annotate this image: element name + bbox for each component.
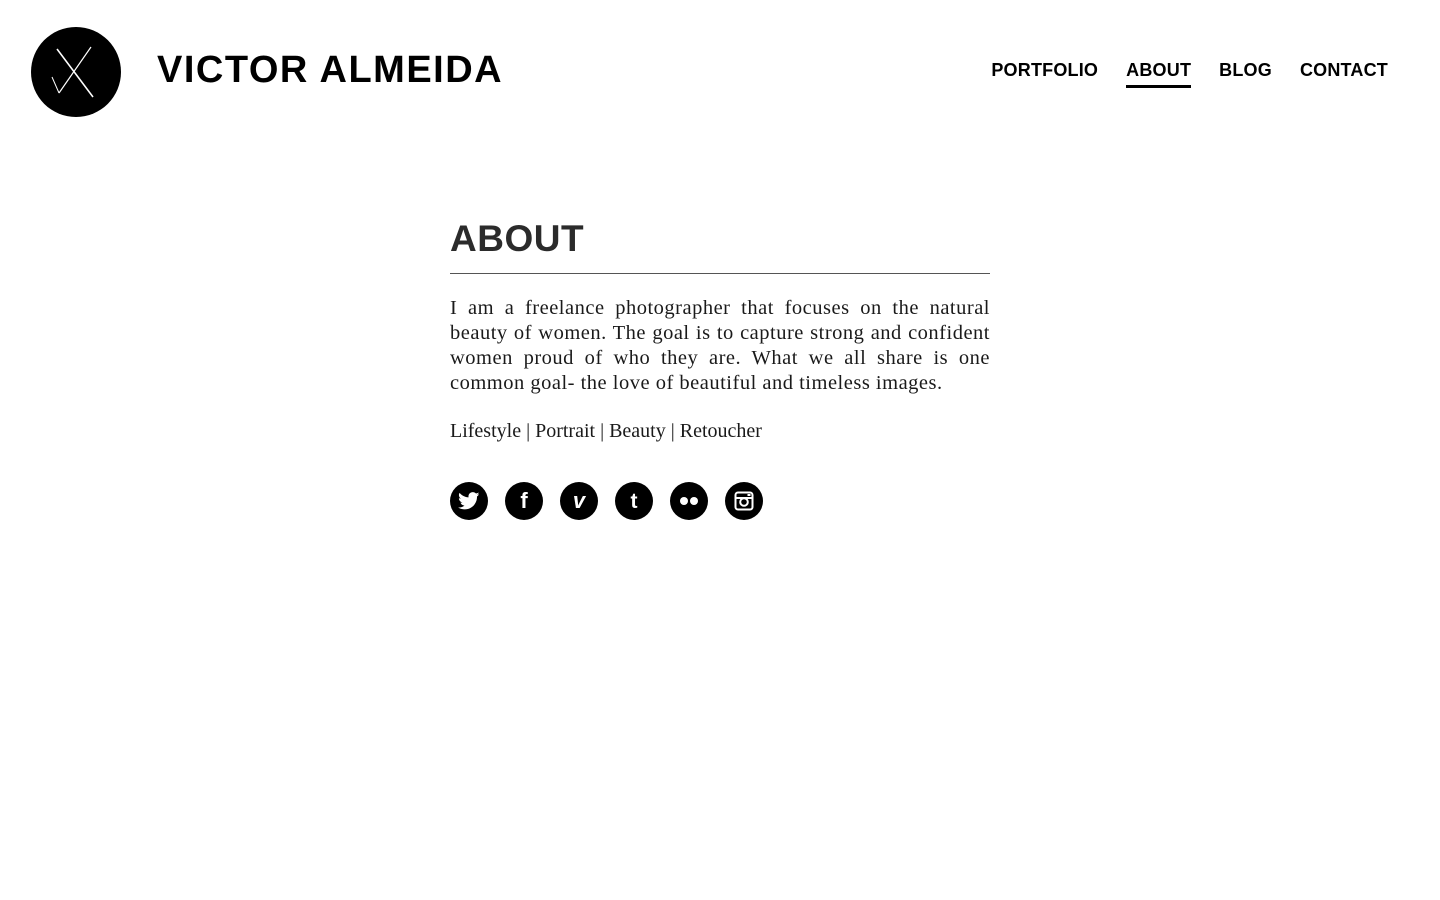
flickr-link[interactable]: [670, 482, 708, 520]
divider: [450, 273, 990, 274]
vimeo-icon: v: [572, 488, 586, 513]
social-links: f v t: [450, 482, 990, 520]
page-title: ABOUT: [450, 218, 585, 259]
nav-portfolio[interactable]: PORTFOLIO: [991, 58, 1098, 88]
twitter-icon: [458, 492, 480, 510]
instagram-icon: [734, 491, 754, 511]
flickr-icon: [680, 497, 698, 505]
main-nav: PORTFOLIO ABOUT BLOG CONTACT: [991, 58, 1388, 88]
tumblr-link[interactable]: t: [615, 482, 653, 520]
site-header: VICTOR ALMEIDA PORTFOLIO ABOUT BLOG CONT…: [0, 0, 1440, 140]
page: VICTOR ALMEIDA PORTFOLIO ABOUT BLOG CONT…: [0, 0, 1440, 900]
twitter-link[interactable]: [450, 482, 488, 520]
logo[interactable]: [31, 27, 121, 117]
about-section: ABOUT I am a freelance photographer that…: [450, 218, 990, 520]
tumblr-icon: t: [630, 489, 638, 513]
facebook-link[interactable]: f: [505, 482, 543, 520]
nav-contact[interactable]: CONTACT: [1300, 58, 1388, 88]
nav-about[interactable]: ABOUT: [1126, 58, 1192, 88]
bio-text: I am a freelance photographer that focus…: [450, 297, 990, 394]
site-title[interactable]: VICTOR ALMEIDA: [157, 48, 503, 92]
facebook-icon: f: [520, 488, 528, 513]
specialties: Lifestyle | Portrait | Beauty | Retouche…: [450, 420, 762, 442]
instagram-link[interactable]: [725, 482, 763, 520]
vimeo-link[interactable]: v: [560, 482, 598, 520]
x-monogram-icon: [51, 46, 94, 98]
nav-blog[interactable]: BLOG: [1219, 58, 1272, 88]
